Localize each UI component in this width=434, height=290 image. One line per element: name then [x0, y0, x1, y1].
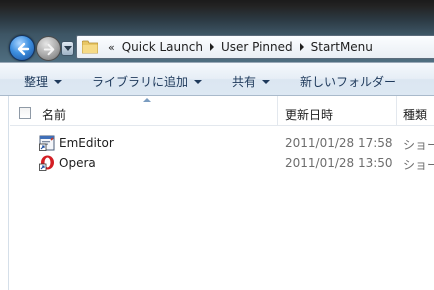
file-date-modified: 2011/01/28 13:50 — [285, 156, 393, 170]
chevron-down-icon — [194, 79, 203, 84]
chevron-down-icon — [262, 79, 271, 84]
column-header-date-modified[interactable]: 更新日時 — [285, 106, 333, 123]
address-bar[interactable]: « Quick Launch User Pinned StartMenu — [76, 35, 434, 59]
share-button[interactable]: 共有 — [232, 73, 271, 90]
file-name: EmEditor — [59, 136, 114, 150]
new-folder-button[interactable]: 新しいフォルダー — [300, 73, 396, 90]
recent-pages-button[interactable] — [61, 41, 74, 56]
add-to-library-button[interactable]: ライブラリに追加 — [92, 73, 203, 90]
file-list: 名前 更新日時 種類 EmEditor 2011/01/28 17:58 ショー… — [10, 96, 434, 290]
column-header-row: 名前 更新日時 種類 — [10, 96, 434, 126]
breadcrumb-quick-launch[interactable]: Quick Launch — [122, 40, 203, 54]
chevron-down-icon — [64, 46, 72, 51]
file-date-modified: 2011/01/28 17:58 — [285, 136, 393, 150]
column-divider[interactable] — [396, 96, 397, 126]
breadcrumb-startmenu[interactable]: StartMenu — [311, 40, 373, 54]
file-row-emeditor[interactable]: EmEditor 2011/01/28 17:58 ショー — [10, 134, 434, 153]
organize-label: 整理 — [24, 75, 49, 89]
add-to-library-label: ライブラリに追加 — [92, 75, 189, 89]
breadcrumb-user-pinned[interactable]: User Pinned — [221, 40, 293, 54]
file-type: ショー — [403, 158, 434, 172]
back-arrow-icon — [17, 42, 30, 56]
column-divider[interactable] — [277, 96, 278, 126]
emeditor-shortcut-icon — [39, 135, 55, 151]
share-label: 共有 — [232, 75, 257, 89]
sort-ascending-icon — [143, 98, 151, 102]
back-button[interactable] — [9, 35, 35, 61]
chevron-down-icon — [54, 79, 63, 84]
command-bar: 整理 ライブラリに追加 共有 新しいフォルダー — [0, 62, 434, 96]
forward-button[interactable] — [36, 36, 61, 61]
file-type: ショー — [403, 138, 434, 152]
file-row-opera[interactable]: Opera 2011/01/28 13:50 ショー — [10, 154, 434, 173]
column-header-type[interactable]: 種類 — [403, 106, 427, 123]
organize-button[interactable]: 整理 — [24, 73, 63, 90]
new-folder-label: 新しいフォルダー — [300, 75, 397, 89]
overflow-chevron[interactable]: « — [108, 41, 115, 54]
file-name: Opera — [59, 156, 96, 170]
column-header-name[interactable]: 名前 — [42, 106, 66, 123]
window-title-area: « Quick Launch User Pinned StartMenu — [0, 0, 434, 62]
breadcrumb-separator-icon[interactable] — [299, 43, 304, 51]
breadcrumb-separator-icon[interactable] — [209, 43, 214, 51]
select-all-checkbox[interactable] — [19, 107, 31, 119]
forward-arrow-icon — [43, 43, 55, 56]
opera-shortcut-icon — [39, 155, 54, 171]
folder-icon — [82, 40, 98, 54]
navigation-pane[interactable] — [0, 96, 9, 290]
